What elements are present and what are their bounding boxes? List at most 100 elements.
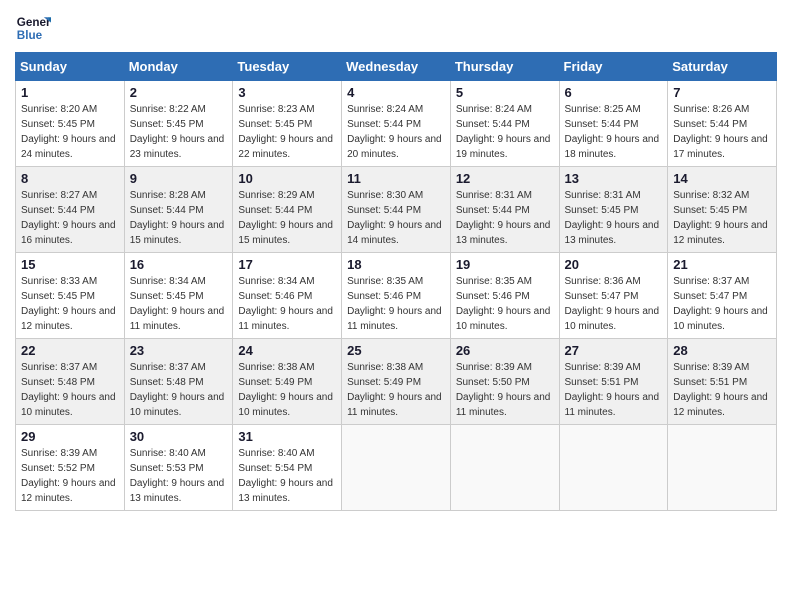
day-info: Sunrise: 8:36 AMSunset: 5:47 PMDaylight:… [565,274,663,334]
day-header-tuesday: Tuesday [233,53,342,81]
calendar-cell: 30Sunrise: 8:40 AMSunset: 5:53 PMDayligh… [124,425,233,511]
day-number: 2 [130,85,228,100]
day-info: Sunrise: 8:40 AMSunset: 5:53 PMDaylight:… [130,446,228,506]
calendar-cell: 19 Sunrise: 8:35 AMSunset: 5:46 PMDayligh… [450,253,559,339]
page-header: General Blue [15,10,777,46]
day-number: 19 [456,257,554,272]
day-number: 5 [456,85,554,100]
day-number: 6 [565,85,663,100]
calendar-cell: 4 Sunrise: 8:24 AMSunset: 5:44 PMDaylight… [342,81,451,167]
calendar-cell: 6 Sunrise: 8:25 AMSunset: 5:44 PMDaylight… [559,81,668,167]
day-number: 3 [238,85,336,100]
day-info: Sunrise: 8:27 AMSunset: 5:44 PMDaylight:… [21,188,119,248]
calendar-cell: 8Sunrise: 8:27 AMSunset: 5:44 PMDaylight… [16,167,125,253]
day-number: 24 [238,343,336,358]
calendar-cell: 16Sunrise: 8:34 AMSunset: 5:45 PMDayligh… [124,253,233,339]
calendar-cell: 25Sunrise: 8:38 AMSunset: 5:49 PMDayligh… [342,339,451,425]
day-info: Sunrise: 8:38 AMSunset: 5:49 PMDaylight:… [238,360,336,420]
calendar-cell: 1 Sunrise: 8:20 AMSunset: 5:45 PMDaylight… [16,81,125,167]
day-info: Sunrise: 8:25 AMSunset: 5:44 PMDaylight:… [565,102,663,162]
day-info: Sunrise: 8:22 AMSunset: 5:45 PMDaylight:… [130,102,228,162]
calendar-table: SundayMondayTuesdayWednesdayThursdayFrid… [15,52,777,511]
day-number: 14 [673,171,771,186]
calendar-cell: 9 Sunrise: 8:28 AMSunset: 5:44 PMDaylight… [124,167,233,253]
day-header-thursday: Thursday [450,53,559,81]
logo-icon: General Blue [15,10,51,46]
calendar-cell [668,425,777,511]
day-info: Sunrise: 8:39 AMSunset: 5:52 PMDaylight:… [21,446,119,506]
day-number: 10 [238,171,336,186]
day-number: 28 [673,343,771,358]
day-info: Sunrise: 8:37 AMSunset: 5:48 PMDaylight:… [21,360,119,420]
week-row-4: 22 Sunrise: 8:37 AMSunset: 5:48 PMDayligh… [16,339,777,425]
calendar-cell [342,425,451,511]
day-info: Sunrise: 8:33 AMSunset: 5:45 PMDaylight:… [21,274,119,334]
calendar-header-row: SundayMondayTuesdayWednesdayThursdayFrid… [16,53,777,81]
calendar-cell [559,425,668,511]
day-number: 31 [238,429,336,444]
day-number: 9 [130,171,228,186]
week-row-5: 29 Sunrise: 8:39 AMSunset: 5:52 PMDayligh… [16,425,777,511]
calendar-cell: 28 Sunrise: 8:39 AMSunset: 5:51 PMDayligh… [668,339,777,425]
day-info: Sunrise: 8:28 AMSunset: 5:44 PMDaylight:… [130,188,228,248]
calendar-cell: 31Sunrise: 8:40 AMSunset: 5:54 PMDayligh… [233,425,342,511]
calendar-cell: 24 Sunrise: 8:38 AMSunset: 5:49 PMDayligh… [233,339,342,425]
day-number: 22 [21,343,119,358]
day-info: Sunrise: 8:37 AMSunset: 5:48 PMDaylight:… [130,360,228,420]
day-header-monday: Monday [124,53,233,81]
calendar-cell: 15 Sunrise: 8:33 AMSunset: 5:45 PMDayligh… [16,253,125,339]
calendar-cell: 23 Sunrise: 8:37 AMSunset: 5:48 PMDayligh… [124,339,233,425]
day-number: 12 [456,171,554,186]
day-info: Sunrise: 8:32 AMSunset: 5:45 PMDaylight:… [673,188,771,248]
day-number: 15 [21,257,119,272]
day-info: Sunrise: 8:30 AMSunset: 5:44 PMDaylight:… [347,188,445,248]
calendar-cell: 29 Sunrise: 8:39 AMSunset: 5:52 PMDayligh… [16,425,125,511]
day-number: 4 [347,85,445,100]
calendar-cell: 11 Sunrise: 8:30 AMSunset: 5:44 PMDayligh… [342,167,451,253]
calendar-cell: 20 Sunrise: 8:36 AMSunset: 5:47 PMDayligh… [559,253,668,339]
day-info: Sunrise: 8:37 AMSunset: 5:47 PMDaylight:… [673,274,771,334]
calendar-cell: 2 Sunrise: 8:22 AMSunset: 5:45 PMDaylight… [124,81,233,167]
calendar-cell: 21 Sunrise: 8:37 AMSunset: 5:47 PMDayligh… [668,253,777,339]
day-number: 21 [673,257,771,272]
calendar-cell: 5Sunrise: 8:24 AMSunset: 5:44 PMDaylight… [450,81,559,167]
calendar-cell [450,425,559,511]
day-info: Sunrise: 8:26 AMSunset: 5:44 PMDaylight:… [673,102,771,162]
week-row-3: 15 Sunrise: 8:33 AMSunset: 5:45 PMDayligh… [16,253,777,339]
day-number: 11 [347,171,445,186]
day-info: Sunrise: 8:34 AMSunset: 5:46 PMDaylight:… [238,274,336,334]
calendar-cell: 7Sunrise: 8:26 AMSunset: 5:44 PMDaylight… [668,81,777,167]
day-info: Sunrise: 8:31 AMSunset: 5:45 PMDaylight:… [565,188,663,248]
calendar-cell: 17 Sunrise: 8:34 AMSunset: 5:46 PMDayligh… [233,253,342,339]
day-header-wednesday: Wednesday [342,53,451,81]
logo: General Blue [15,10,51,46]
week-row-2: 8Sunrise: 8:27 AMSunset: 5:44 PMDaylight… [16,167,777,253]
day-number: 17 [238,257,336,272]
day-info: Sunrise: 8:31 AMSunset: 5:44 PMDaylight:… [456,188,554,248]
day-number: 16 [130,257,228,272]
day-info: Sunrise: 8:39 AMSunset: 5:50 PMDaylight:… [456,360,554,420]
day-info: Sunrise: 8:23 AMSunset: 5:45 PMDaylight:… [238,102,336,162]
day-info: Sunrise: 8:38 AMSunset: 5:49 PMDaylight:… [347,360,445,420]
calendar-cell: 13 Sunrise: 8:31 AMSunset: 5:45 PMDayligh… [559,167,668,253]
day-info: Sunrise: 8:39 AMSunset: 5:51 PMDaylight:… [565,360,663,420]
day-header-saturday: Saturday [668,53,777,81]
day-header-sunday: Sunday [16,53,125,81]
day-info: Sunrise: 8:35 AMSunset: 5:46 PMDaylight:… [347,274,445,334]
day-info: Sunrise: 8:20 AMSunset: 5:45 PMDaylight:… [21,102,119,162]
day-info: Sunrise: 8:35 AMSunset: 5:46 PMDaylight:… [456,274,554,334]
day-number: 23 [130,343,228,358]
day-number: 20 [565,257,663,272]
day-number: 13 [565,171,663,186]
calendar-cell: 22 Sunrise: 8:37 AMSunset: 5:48 PMDayligh… [16,339,125,425]
day-info: Sunrise: 8:29 AMSunset: 5:44 PMDaylight:… [238,188,336,248]
day-info: Sunrise: 8:39 AMSunset: 5:51 PMDaylight:… [673,360,771,420]
day-number: 27 [565,343,663,358]
calendar-cell: 26Sunrise: 8:39 AMSunset: 5:50 PMDayligh… [450,339,559,425]
calendar-cell: 18Sunrise: 8:35 AMSunset: 5:46 PMDayligh… [342,253,451,339]
day-info: Sunrise: 8:24 AMSunset: 5:44 PMDaylight:… [347,102,445,162]
day-number: 1 [21,85,119,100]
calendar-cell: 14 Sunrise: 8:32 AMSunset: 5:45 PMDayligh… [668,167,777,253]
day-number: 29 [21,429,119,444]
calendar-cell: 3 Sunrise: 8:23 AMSunset: 5:45 PMDaylight… [233,81,342,167]
